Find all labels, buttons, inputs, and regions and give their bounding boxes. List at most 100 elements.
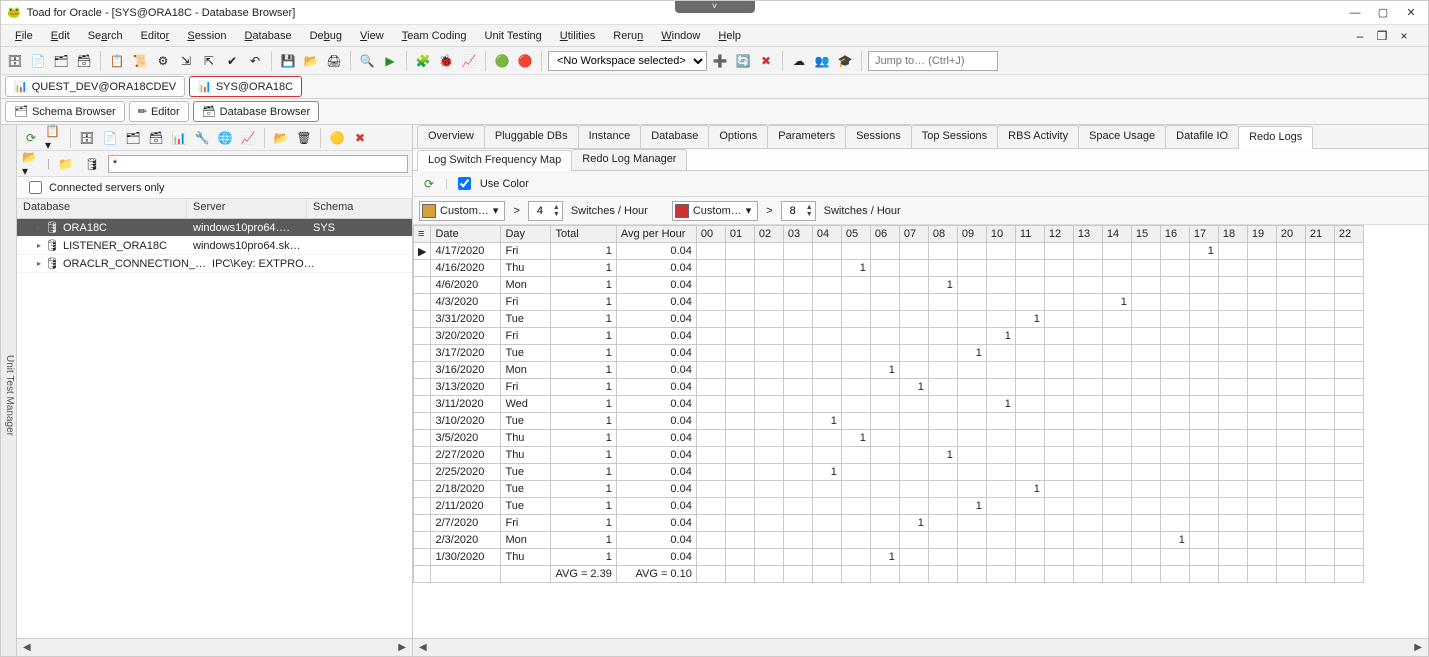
workspace-refresh-icon[interactable]: 🔄 bbox=[733, 51, 753, 71]
menu-team-coding[interactable]: Team Coding bbox=[394, 28, 475, 44]
new-connection-icon[interactable]: 🗄 bbox=[5, 51, 25, 71]
debug-icon[interactable]: 🐞 bbox=[436, 51, 456, 71]
grid-header[interactable]: 21 bbox=[1305, 226, 1334, 243]
grid-header[interactable]: Date bbox=[431, 226, 501, 243]
grid-header[interactable]: 15 bbox=[1131, 226, 1160, 243]
tb-ico-1[interactable]: 🗄 bbox=[77, 128, 97, 148]
col-database[interactable]: Database bbox=[17, 199, 187, 218]
minimize-button[interactable]: — bbox=[1344, 5, 1366, 21]
table-row[interactable]: 2/7/2020Fri10.041 bbox=[414, 515, 1364, 532]
menu-help[interactable]: Help bbox=[710, 28, 749, 44]
table-row[interactable]: 2/18/2020Tue10.041 bbox=[414, 481, 1364, 498]
session-stop-icon[interactable]: 🔴 bbox=[515, 51, 535, 71]
db-row[interactable]: ▸🛢LISTENER_ORA18Cwindows10pro64.skytap.e… bbox=[17, 237, 412, 255]
table-row[interactable]: 3/11/2020Wed10.041 bbox=[414, 396, 1364, 413]
subtab-log-switch-frequency-map[interactable]: Log Switch Frequency Map bbox=[417, 150, 572, 171]
tab-sessions[interactable]: Sessions bbox=[845, 125, 912, 148]
expand-icon[interactable]: ▸ bbox=[37, 241, 41, 250]
table-row[interactable]: 3/17/2020Tue10.041 bbox=[414, 345, 1364, 362]
tab-database[interactable]: Database bbox=[640, 125, 709, 148]
search-icon[interactable]: 🔍 bbox=[357, 51, 377, 71]
grid-header[interactable]: 00 bbox=[696, 226, 725, 243]
tb-ico-7[interactable]: 🌐 bbox=[215, 128, 235, 148]
tb-ico-4[interactable]: 🗃 bbox=[146, 128, 166, 148]
tab-options[interactable]: Options bbox=[708, 125, 768, 148]
tab-parameters[interactable]: Parameters bbox=[767, 125, 846, 148]
menu-search[interactable]: Search bbox=[80, 28, 131, 44]
tb-ico-10[interactable]: 🗑 bbox=[294, 128, 314, 148]
table-row[interactable]: 2/11/2020Tue10.041 bbox=[414, 498, 1364, 515]
db-browser-icon[interactable]: 🗃 bbox=[74, 51, 94, 71]
grid-header[interactable]: 01 bbox=[725, 226, 754, 243]
grid-header[interactable]: 10 bbox=[986, 226, 1015, 243]
open-icon[interactable]: 📂 bbox=[301, 51, 321, 71]
menu-session[interactable]: Session bbox=[179, 28, 234, 44]
grid-header[interactable]: 12 bbox=[1044, 226, 1073, 243]
tab-instance[interactable]: Instance bbox=[578, 125, 642, 148]
grid-header[interactable]: 18 bbox=[1218, 226, 1247, 243]
table-row[interactable]: 3/13/2020Fri10.041 bbox=[414, 379, 1364, 396]
table-row[interactable]: 1/30/2020Thu10.041 bbox=[414, 549, 1364, 566]
cloud-icon[interactable]: ☁ bbox=[789, 51, 809, 71]
tab-rbs-activity[interactable]: RBS Activity bbox=[997, 125, 1079, 148]
grid-header[interactable]: Total bbox=[551, 226, 616, 243]
right-scrollbar[interactable]: ◀▶ bbox=[413, 638, 1428, 656]
menu-database[interactable]: Database bbox=[236, 28, 299, 44]
tb-ico-2[interactable]: 📄 bbox=[100, 128, 120, 148]
grid-header[interactable]: 17 bbox=[1189, 226, 1218, 243]
export-icon[interactable]: ⇲ bbox=[176, 51, 196, 71]
col-schema[interactable]: Schema bbox=[307, 199, 412, 218]
copy-icon[interactable]: 📋▾ bbox=[44, 128, 64, 148]
grid-header[interactable]: 09 bbox=[957, 226, 986, 243]
tab-editor[interactable]: ✏ Editor bbox=[129, 101, 189, 122]
color1-spinner[interactable]: ▲▼ bbox=[528, 201, 563, 221]
connection-tab-sys[interactable]: 📊 SYS@ORA18C bbox=[189, 76, 302, 97]
tab-space-usage[interactable]: Space Usage bbox=[1078, 125, 1166, 148]
grid-header[interactable]: 20 bbox=[1276, 226, 1305, 243]
jump-to-input[interactable] bbox=[868, 51, 998, 71]
subtab-redo-log-manager[interactable]: Redo Log Manager bbox=[571, 149, 687, 170]
col-server[interactable]: Server bbox=[187, 199, 307, 218]
script-icon[interactable]: 📜 bbox=[130, 51, 150, 71]
tab-top-sessions[interactable]: Top Sessions bbox=[911, 125, 998, 148]
menu-unit-testing[interactable]: Unit Testing bbox=[477, 28, 550, 44]
menu-file[interactable]: File bbox=[7, 28, 41, 44]
execute-icon[interactable]: ▶ bbox=[380, 51, 400, 71]
grid-scroll[interactable]: ≡DateDayTotalAvg per Hour000102030405060… bbox=[413, 225, 1428, 638]
db-row[interactable]: ▸🛢ORA18Cwindows10pro64….SYS bbox=[17, 219, 412, 237]
filter-input[interactable] bbox=[108, 155, 408, 173]
folder-open-icon[interactable]: 📂▾ bbox=[21, 154, 41, 174]
menu-window[interactable]: Window bbox=[653, 28, 708, 44]
rollback-icon[interactable]: ↶ bbox=[245, 51, 265, 71]
table-row[interactable]: 3/31/2020Tue10.041 bbox=[414, 311, 1364, 328]
grid-header[interactable]: 03 bbox=[783, 226, 812, 243]
compile-icon[interactable]: 🧩 bbox=[413, 51, 433, 71]
session-start-icon[interactable]: 🟢 bbox=[492, 51, 512, 71]
help-icon[interactable]: 🎓 bbox=[835, 51, 855, 71]
table-row[interactable]: ▶4/17/2020Fri10.041 bbox=[414, 243, 1364, 260]
save-icon[interactable]: 💾 bbox=[278, 51, 298, 71]
grid-header[interactable]: Avg per Hour bbox=[616, 226, 696, 243]
tb-ico-3[interactable]: 🗂 bbox=[123, 128, 143, 148]
trace-icon[interactable]: 📈 bbox=[459, 51, 479, 71]
tab-schema-browser[interactable]: 🗂 Schema Browser bbox=[5, 101, 125, 122]
grid-header[interactable]: 06 bbox=[870, 226, 899, 243]
workspace-del-icon[interactable]: ✖ bbox=[756, 51, 776, 71]
workspace-add-icon[interactable]: ➕ bbox=[710, 51, 730, 71]
connected-only-checkbox[interactable] bbox=[29, 181, 42, 194]
tb-ico-12[interactable]: ✖ bbox=[350, 128, 370, 148]
cylinder-icon[interactable]: 🛢 bbox=[82, 154, 102, 174]
expand-icon[interactable]: ▸ bbox=[37, 223, 41, 232]
expand-icon[interactable]: ▸ bbox=[37, 259, 41, 268]
tb-ico-5[interactable]: 📊 bbox=[169, 128, 189, 148]
use-color-checkbox[interactable] bbox=[458, 177, 471, 190]
print-icon[interactable]: 🖨 bbox=[324, 51, 344, 71]
table-row[interactable]: 2/3/2020Mon10.041 bbox=[414, 532, 1364, 549]
workspace-select[interactable]: <No Workspace selected> bbox=[548, 51, 707, 71]
tb-ico-9[interactable]: 📂 bbox=[271, 128, 291, 148]
tab-pluggable-dbs[interactable]: Pluggable DBs bbox=[484, 125, 579, 148]
table-row[interactable]: 4/3/2020Fri10.041 bbox=[414, 294, 1364, 311]
import-icon[interactable]: ⇱ bbox=[199, 51, 219, 71]
color1-value[interactable] bbox=[529, 204, 551, 218]
left-scrollbar[interactable]: ◀▶ bbox=[17, 638, 412, 656]
